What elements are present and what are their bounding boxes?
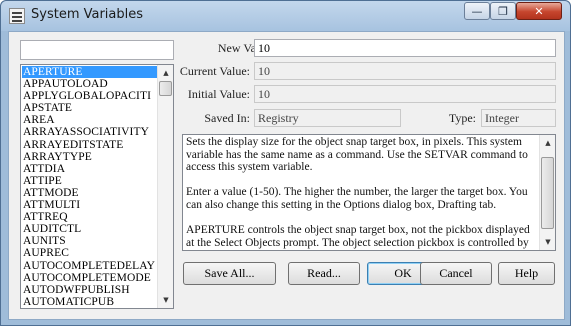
current-value-field: 10 <box>254 62 556 80</box>
list-item[interactable]: ARRAYTYPE <box>22 151 157 163</box>
list-item[interactable]: ATTMULTI <box>22 199 157 211</box>
type-label: Type: <box>448 111 476 125</box>
current-value-label: Current Value: <box>179 64 250 78</box>
help-button[interactable]: Help <box>498 262 555 285</box>
list-item[interactable]: ARRAYASSOCIATIVITY <box>22 126 157 138</box>
list-item[interactable]: AUPREC <box>22 247 157 259</box>
list-item[interactable]: ATTMODE <box>22 187 157 199</box>
type-field: Integer <box>481 109 556 127</box>
description-scrollbar[interactable]: ▲ ▼ <box>539 135 555 250</box>
variable-list-items: APERTURE APPAUTOLOAD APPLYGLOBALOPACITI APS… <box>22 66 157 309</box>
list-item[interactable]: AUDITCTL <box>22 223 157 235</box>
scroll-up-icon[interactable]: ▲ <box>540 135 555 151</box>
description-paragraph: Enter a value (1-50). The higher the num… <box>186 186 528 211</box>
restore-button[interactable]: ❐ <box>490 2 516 20</box>
ok-label: OK <box>394 266 412 280</box>
scroll-thumb[interactable] <box>541 157 554 229</box>
cancel-button[interactable]: Cancel <box>420 262 492 285</box>
read-label: Read... <box>307 266 341 280</box>
close-icon: ✕ <box>534 4 544 18</box>
list-item[interactable]: APSTATE <box>22 102 157 114</box>
read-button[interactable]: Read... <box>288 262 360 285</box>
list-item[interactable]: AUTODWFPUBLISH <box>22 284 157 296</box>
list-item[interactable]: ATTDIA <box>22 163 157 175</box>
system-variables-window: System Variables — ❐ ✕ APERTURE APPAUTOLO… <box>0 0 571 326</box>
list-item[interactable]: ATTREQ <box>22 211 157 223</box>
list-item[interactable]: AUTOMATICPUB <box>22 296 157 308</box>
initial-value-label: Initial Value: <box>187 87 250 101</box>
saved-in-label: Saved In: <box>204 111 250 125</box>
list-item[interactable]: ATTIPE <box>22 175 157 187</box>
cancel-label: Cancel <box>439 266 473 280</box>
saved-in-field: Registry <box>254 109 401 127</box>
save-all-label: Save All... <box>204 266 255 280</box>
minimize-icon: — <box>471 4 483 18</box>
variable-list[interactable]: APERTURE APPAUTOLOAD APPLYGLOBALOPACITI APS… <box>20 64 174 309</box>
description-text: Sets the display size for the object sna… <box>186 136 536 250</box>
new-value-field[interactable]: 10 <box>254 39 556 57</box>
list-item[interactable]: AREA <box>22 114 157 126</box>
list-item[interactable]: AUTOSNAP <box>22 308 157 309</box>
description-paragraph: Sets the display size for the object sna… <box>186 136 528 174</box>
list-item[interactable]: AUTOCOMPLETEDELAY <box>22 260 157 272</box>
save-all-button[interactable]: Save All... <box>183 262 276 285</box>
description-box[interactable]: Sets the display size for the object sna… <box>182 134 556 251</box>
list-item[interactable]: APPAUTOLOAD <box>22 78 157 90</box>
window-title: System Variables <box>31 7 144 22</box>
close-button[interactable]: ✕ <box>516 2 562 20</box>
list-item[interactable]: ARRAYEDITSTATE <box>22 139 157 151</box>
scroll-down-icon[interactable]: ▼ <box>158 292 173 308</box>
list-item[interactable]: APPLYGLOBALOPACITI <box>22 90 157 102</box>
app-icon <box>9 8 25 24</box>
help-label: Help <box>514 266 539 280</box>
restore-icon: ❐ <box>498 4 508 18</box>
minimize-button[interactable]: — <box>464 2 490 20</box>
search-input[interactable] <box>20 40 174 60</box>
list-item[interactable]: AUTOCOMPLETEMODE <box>22 272 157 284</box>
title-bar[interactable]: System Variables — ❐ ✕ <box>1 1 570 31</box>
list-item[interactable]: APERTURE <box>22 66 157 79</box>
scroll-down-icon[interactable]: ▼ <box>540 234 555 250</box>
dialog-body: APERTURE APPAUTOLOAD APPLYGLOBALOPACITI APS… <box>8 31 565 320</box>
description-paragraph: APERTURE controls the object snap target… <box>186 224 530 249</box>
initial-value-field: 10 <box>254 85 556 103</box>
list-item[interactable]: AUNITS <box>22 235 157 247</box>
